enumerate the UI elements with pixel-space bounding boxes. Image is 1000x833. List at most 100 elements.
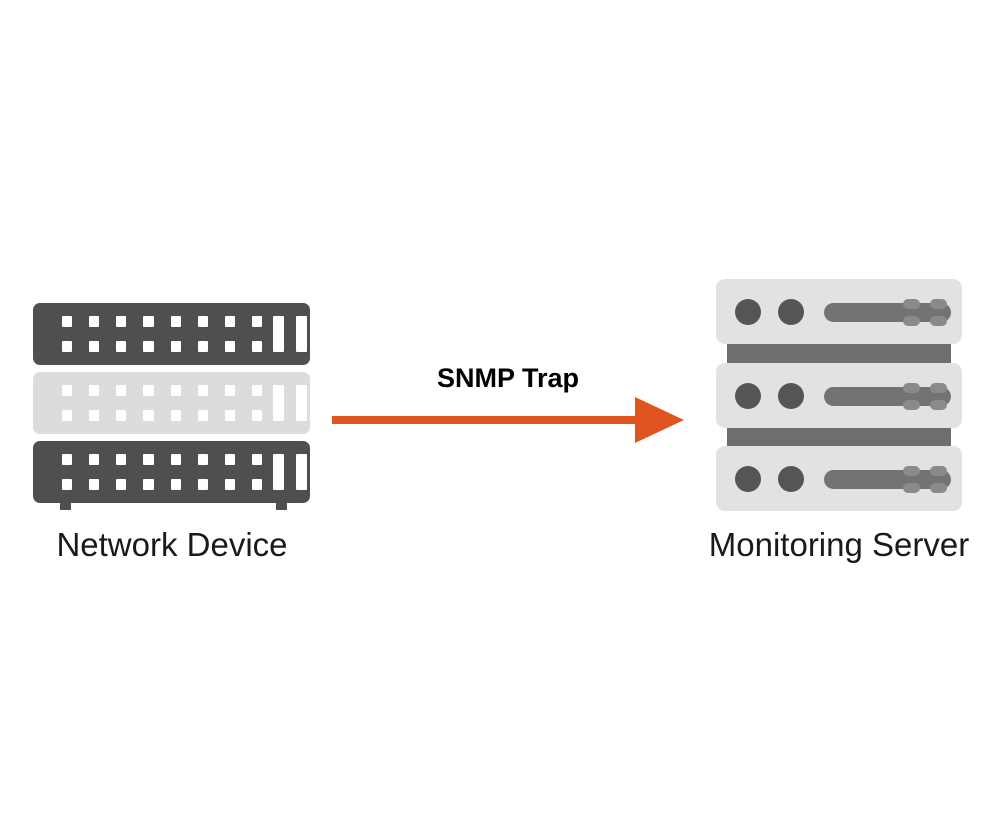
network-port — [224, 410, 235, 421]
server-dot — [930, 316, 947, 326]
network-device-port-row — [62, 479, 262, 490]
network-port — [224, 316, 235, 327]
network-device-port-row — [62, 385, 262, 396]
server-dot — [903, 466, 920, 476]
network-port — [89, 454, 100, 465]
network-device-layer-top — [33, 303, 310, 365]
network-device-port-grid — [62, 385, 262, 421]
network-port — [197, 479, 208, 490]
server-dot — [930, 299, 947, 309]
network-port — [170, 316, 181, 327]
monitoring-server-caption: Monitoring Server — [708, 526, 970, 563]
snmp-trap-arrow — [332, 397, 684, 443]
network-port — [143, 385, 154, 396]
network-port — [143, 341, 154, 352]
network-device-port-grid — [62, 316, 262, 352]
uplink-bar — [273, 454, 284, 490]
network-device-uplink-bars — [273, 316, 311, 352]
network-port — [62, 454, 73, 465]
arrow-shaft — [332, 416, 642, 424]
network-device-port-grid — [62, 454, 262, 490]
server-dot-grid — [903, 299, 947, 326]
server-dot — [930, 466, 947, 476]
network-port — [116, 479, 127, 490]
network-port — [170, 410, 181, 421]
server-dot — [903, 299, 920, 309]
network-port — [143, 316, 154, 327]
arrow-head-icon — [635, 397, 684, 443]
server-dot — [930, 400, 947, 410]
network-port — [197, 316, 208, 327]
server-dot-grid — [903, 466, 947, 493]
network-port — [62, 385, 73, 396]
server-separator — [727, 343, 951, 363]
server-dot — [903, 400, 920, 410]
network-device-uplink-bars — [273, 454, 311, 490]
server-dot — [930, 383, 947, 393]
uplink-bar — [273, 385, 284, 421]
network-port — [116, 316, 127, 327]
network-port — [62, 410, 73, 421]
network-device-port-row — [62, 454, 262, 465]
network-port — [197, 341, 208, 352]
network-port — [251, 410, 262, 421]
network-port — [116, 385, 127, 396]
network-port — [170, 385, 181, 396]
uplink-bar — [296, 316, 307, 352]
network-port — [116, 410, 127, 421]
diagram-canvas: SNMP Trap Network Device Monitoring Serv… — [0, 0, 1000, 833]
uplink-bar — [296, 385, 307, 421]
server-led-icon — [778, 299, 804, 325]
network-device-foot-left — [60, 501, 71, 510]
server-unit — [716, 279, 962, 344]
network-port — [251, 385, 262, 396]
network-port — [89, 341, 100, 352]
network-port — [251, 479, 262, 490]
server-unit — [716, 363, 962, 428]
network-port — [170, 341, 181, 352]
network-device-uplink-bars — [273, 385, 311, 421]
server-dot — [903, 316, 920, 326]
network-port — [89, 316, 100, 327]
network-port — [116, 341, 127, 352]
network-port — [89, 385, 100, 396]
monitoring-server-icon — [716, 279, 962, 511]
uplink-bar — [296, 454, 307, 490]
network-device-icon — [33, 298, 310, 513]
server-led-icon — [735, 466, 761, 492]
network-port — [224, 454, 235, 465]
network-port — [197, 410, 208, 421]
network-port — [197, 385, 208, 396]
server-dot — [903, 483, 920, 493]
network-device-layer-middle — [33, 372, 310, 434]
network-port — [197, 454, 208, 465]
network-device-port-row — [62, 316, 262, 327]
network-port — [251, 316, 262, 327]
server-dot — [903, 383, 920, 393]
network-port — [116, 454, 127, 465]
network-device-port-row — [62, 410, 262, 421]
network-device-foot-right — [276, 501, 287, 510]
network-port — [143, 479, 154, 490]
network-port — [89, 410, 100, 421]
server-led-icon — [735, 383, 761, 409]
network-port — [62, 341, 73, 352]
uplink-bar — [273, 316, 284, 352]
network-port — [62, 316, 73, 327]
network-port — [251, 454, 262, 465]
network-device-caption: Network Device — [56, 526, 288, 563]
server-dot — [930, 483, 947, 493]
network-port — [89, 479, 100, 490]
server-separator — [727, 426, 951, 446]
snmp-trap-label: SNMP Trap — [436, 363, 580, 393]
network-port — [251, 341, 262, 352]
network-port — [170, 479, 181, 490]
server-dot-grid — [903, 383, 947, 410]
network-device-port-row — [62, 341, 262, 352]
network-port — [224, 479, 235, 490]
network-port — [224, 385, 235, 396]
network-port — [170, 454, 181, 465]
network-port — [224, 341, 235, 352]
server-unit — [716, 446, 962, 511]
network-port — [143, 410, 154, 421]
